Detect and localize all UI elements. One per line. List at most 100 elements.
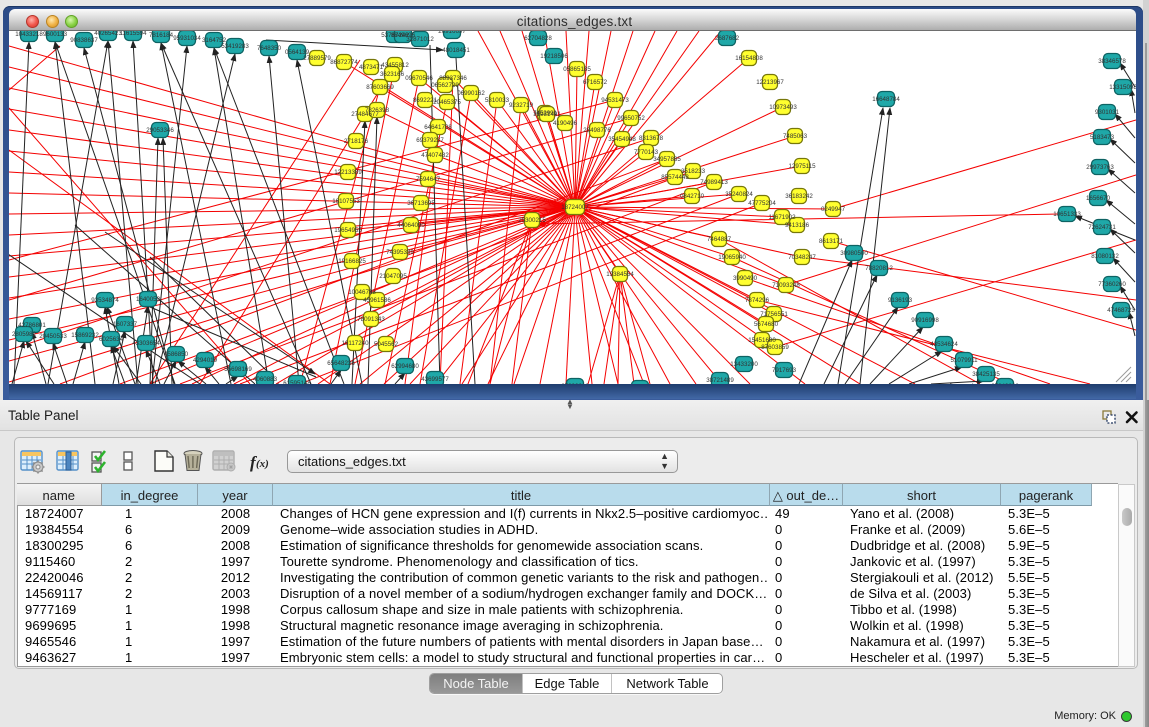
svg-text:69379237: 69379237 xyxy=(416,137,444,144)
svg-text:87603669: 87603669 xyxy=(366,84,394,91)
svg-text:10973493: 10973493 xyxy=(769,104,797,111)
svg-text:20465375: 20465375 xyxy=(433,99,461,106)
svg-text:10651333: 10651333 xyxy=(1053,211,1081,218)
svg-text:09670546: 09670546 xyxy=(405,75,433,82)
svg-text:8692221: 8692221 xyxy=(413,97,438,104)
svg-text:6716572: 6716572 xyxy=(583,79,608,86)
svg-text:47775204: 47775204 xyxy=(748,200,776,207)
svg-text:16154808: 16154808 xyxy=(735,55,763,62)
svg-text:43303654: 43303654 xyxy=(132,340,160,347)
svg-text:4873471: 4873471 xyxy=(359,64,384,71)
svg-text:9301031: 9301031 xyxy=(1095,109,1120,116)
svg-text:10046788: 10046788 xyxy=(348,289,376,296)
svg-text:62994680: 62994680 xyxy=(391,363,419,370)
svg-text:40265423: 40265423 xyxy=(94,31,122,37)
svg-text:85574443: 85574443 xyxy=(661,174,689,181)
svg-text:28498776: 28498776 xyxy=(583,127,611,134)
svg-text:7594647: 7594647 xyxy=(416,176,441,183)
svg-text:65648236: 65648236 xyxy=(327,360,355,367)
svg-text:43534624: 43534624 xyxy=(930,341,958,348)
svg-text:06990162: 06990162 xyxy=(457,90,485,97)
svg-text:10433218: 10433218 xyxy=(15,31,43,38)
svg-text:74989413: 74989413 xyxy=(700,179,728,186)
svg-text:15451680: 15451680 xyxy=(748,337,776,344)
svg-text:19065940: 19065940 xyxy=(718,254,746,261)
svg-text:25300215: 25300215 xyxy=(518,217,546,224)
svg-text:21047095: 21047095 xyxy=(379,273,407,280)
svg-text:35454948: 35454948 xyxy=(608,136,636,143)
svg-text:9136193: 9136193 xyxy=(888,297,913,304)
svg-text:9600133: 9600133 xyxy=(43,31,68,38)
svg-text:94531473: 94531473 xyxy=(601,97,629,104)
svg-text:51079911: 51079911 xyxy=(950,357,978,364)
svg-text:2687682: 2687682 xyxy=(715,35,740,42)
svg-text:8313678: 8313678 xyxy=(639,135,664,142)
svg-text:29973763: 29973763 xyxy=(1086,164,1114,171)
svg-text:3518233: 3518233 xyxy=(681,168,706,175)
svg-text:13433200: 13433200 xyxy=(730,361,758,368)
svg-text:18724007: 18724007 xyxy=(561,204,589,211)
svg-text:20450533: 20450533 xyxy=(39,333,67,340)
svg-text:38721489: 38721489 xyxy=(706,377,734,384)
svg-text:36713695: 36713695 xyxy=(407,200,435,207)
svg-text:90916998: 90916998 xyxy=(911,317,939,324)
svg-text:64641708: 64641708 xyxy=(424,124,452,131)
svg-text:4586850: 4586850 xyxy=(164,351,189,358)
svg-text:06562729: 06562729 xyxy=(431,82,459,89)
svg-text:42786801: 42786801 xyxy=(18,322,46,329)
svg-text:19218506: 19218506 xyxy=(540,53,568,60)
svg-text:38425135: 38425135 xyxy=(972,371,1000,378)
svg-text:47407482: 47407482 xyxy=(421,152,449,159)
svg-text:86872774: 86872774 xyxy=(330,59,358,66)
svg-text:55698169: 55698169 xyxy=(224,366,252,373)
svg-text:16107553: 16107553 xyxy=(332,198,360,205)
svg-text:7770143: 7770143 xyxy=(634,149,659,156)
svg-text:19654955: 19654955 xyxy=(334,227,362,234)
svg-text:13315098: 13315098 xyxy=(1109,84,1136,91)
svg-text:3990490: 3990490 xyxy=(733,275,758,282)
svg-text:5674680: 5674680 xyxy=(754,321,779,328)
svg-text:1607337: 1607337 xyxy=(113,321,138,328)
svg-text:5183473: 5183473 xyxy=(1090,134,1115,141)
svg-text:32871012: 32871012 xyxy=(406,36,434,43)
svg-text:26916697: 26916697 xyxy=(438,31,466,35)
svg-text:71756551: 71756551 xyxy=(760,311,788,318)
svg-text:95931034: 95931034 xyxy=(173,35,201,42)
svg-text:7816184: 7816184 xyxy=(149,32,174,39)
svg-text:7485063: 7485063 xyxy=(783,133,808,140)
svg-text:27889579: 27889579 xyxy=(303,55,331,62)
svg-text:16117240: 16117240 xyxy=(341,340,369,347)
svg-text:9413186: 9413186 xyxy=(785,222,810,229)
svg-text:19384554: 19384554 xyxy=(606,271,634,278)
svg-text:30980500: 30980500 xyxy=(840,250,868,257)
svg-text:12213967: 12213967 xyxy=(756,79,784,86)
svg-text:74395339: 74395339 xyxy=(386,249,414,256)
svg-text:93534874: 93534874 xyxy=(91,297,119,304)
svg-text:43455812: 43455812 xyxy=(381,62,409,69)
svg-text:77360260: 77360260 xyxy=(1098,281,1126,288)
svg-text:29053346: 29053346 xyxy=(146,127,174,134)
svg-text:36183242: 36183242 xyxy=(785,193,813,200)
svg-text:5045562: 5045562 xyxy=(374,341,399,348)
svg-text:7874296: 7874296 xyxy=(745,297,770,304)
svg-text:4294019: 4294019 xyxy=(193,357,218,364)
svg-text:38346578: 38346578 xyxy=(1098,58,1126,65)
svg-text:7648350: 7648350 xyxy=(257,45,282,52)
svg-text:53419283: 53419283 xyxy=(221,43,249,50)
svg-text:0842710: 0842710 xyxy=(680,193,705,200)
svg-text:72624731: 72624731 xyxy=(1088,224,1116,231)
svg-text:0249947: 0249947 xyxy=(821,206,846,213)
svg-text:7917693: 7917693 xyxy=(772,367,797,374)
svg-text:44064090: 44064090 xyxy=(397,222,425,229)
svg-text:99650752: 99650752 xyxy=(617,115,645,122)
svg-text:12975115: 12975115 xyxy=(788,163,816,170)
svg-text:2805982: 2805982 xyxy=(12,331,37,338)
svg-text:4190496: 4190496 xyxy=(553,120,578,127)
svg-text:90838637: 90838637 xyxy=(70,37,98,44)
svg-text:3623166: 3623166 xyxy=(380,71,405,78)
svg-text:15869232: 15869232 xyxy=(71,332,99,339)
svg-text:31931491: 31931491 xyxy=(533,111,561,118)
svg-text:34957885: 34957885 xyxy=(653,156,681,163)
svg-text:5310033: 5310033 xyxy=(485,97,510,104)
svg-text:70348247: 70348247 xyxy=(788,254,816,261)
